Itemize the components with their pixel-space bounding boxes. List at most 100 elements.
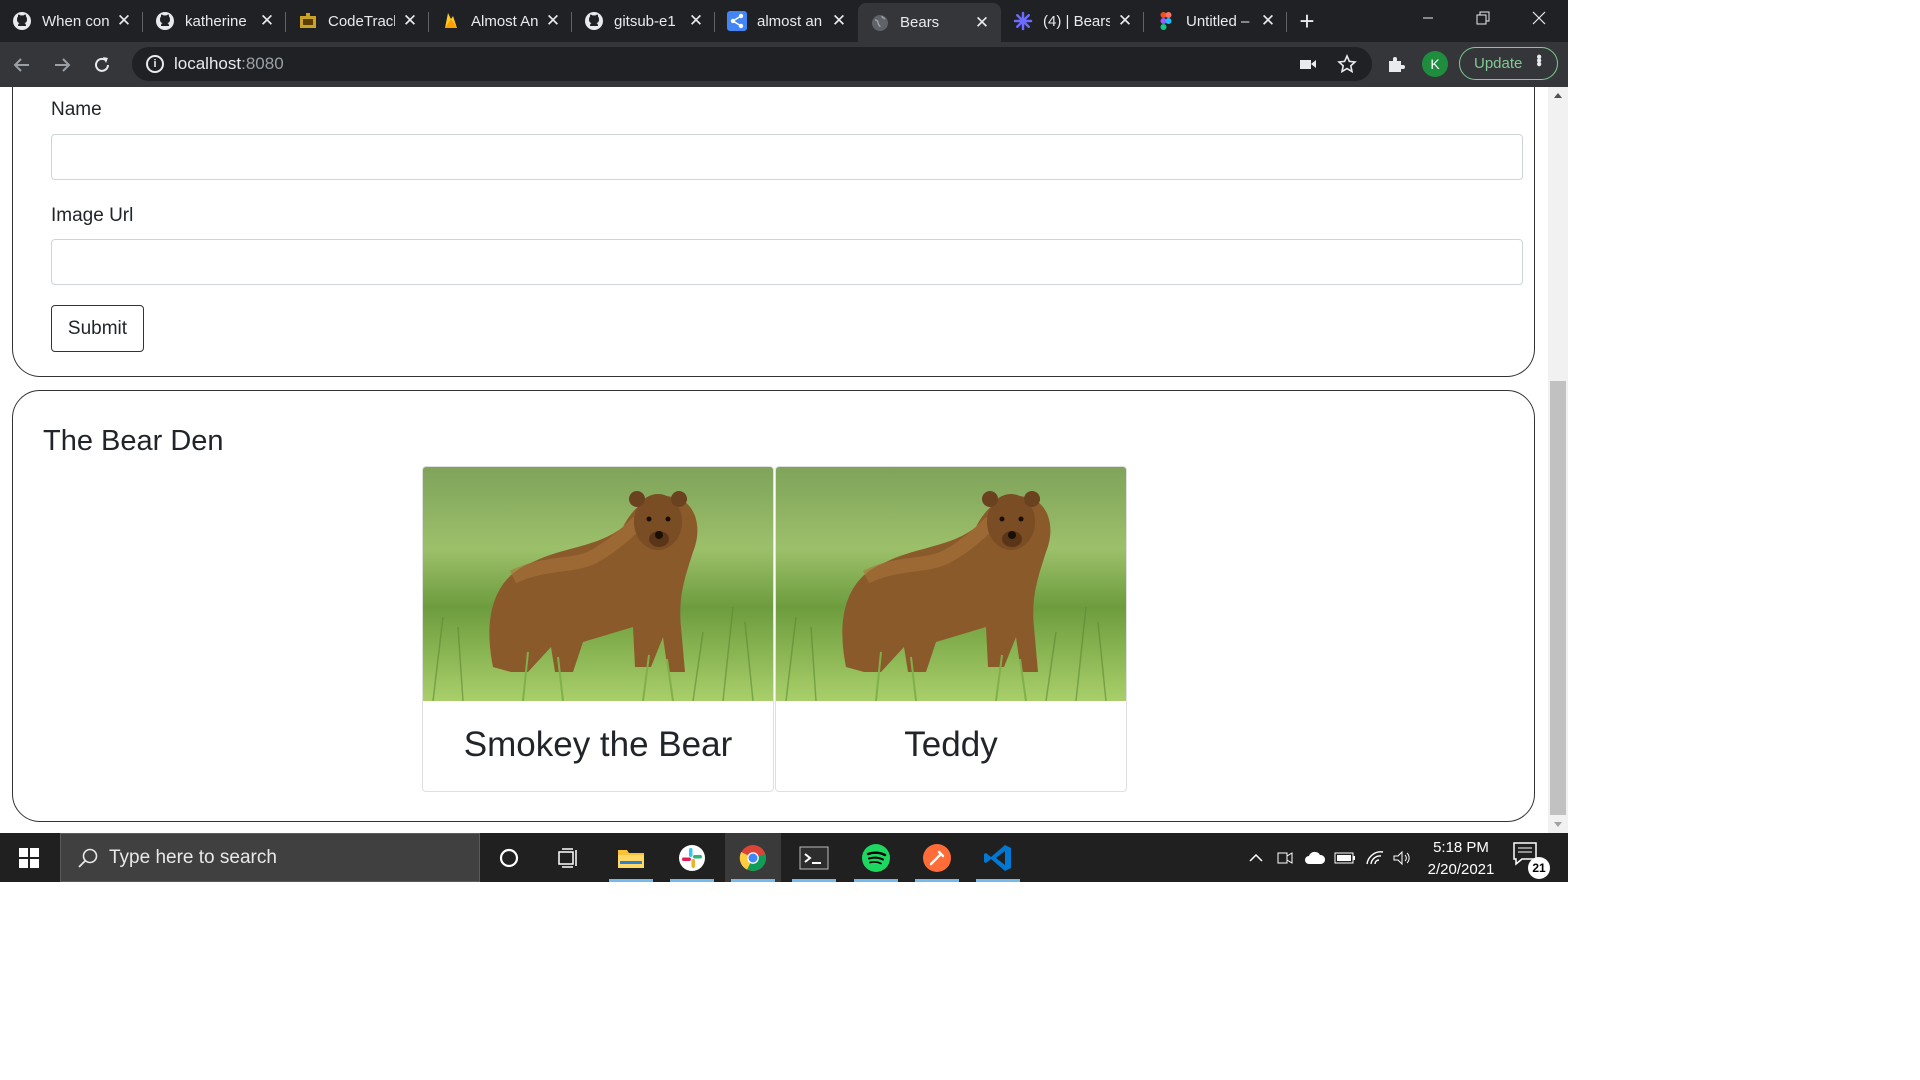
tab-title: (4) | Bears [1043, 12, 1110, 30]
tab-title: gitsub-e1 [614, 12, 676, 30]
forward-icon[interactable] [44, 47, 80, 83]
close-icon[interactable]: ✕ [401, 11, 419, 30]
browser-toolbar: i localhost:8080 K Update ••• [0, 42, 1568, 87]
spotify-icon[interactable] [848, 833, 904, 882]
image-url-input[interactable] [51, 239, 1523, 285]
github-icon [12, 11, 32, 31]
camera-icon[interactable] [1294, 50, 1322, 78]
update-button[interactable]: Update ••• [1459, 47, 1558, 80]
tab-title: katherine [185, 12, 247, 30]
bookmark-star-icon[interactable] [1333, 50, 1361, 78]
url-port: :8080 [241, 54, 284, 73]
restore-icon[interactable] [1458, 0, 1508, 36]
page-viewport: Name Image Url Submit The Bear Den Smoke… [0, 87, 1568, 833]
close-icon[interactable]: ✕ [1116, 11, 1134, 30]
url-host: localhost [174, 54, 242, 73]
figma-icon [1156, 11, 1176, 31]
close-window-icon[interactable] [1514, 0, 1564, 36]
profile-avatar[interactable]: K [1422, 51, 1448, 77]
atom-icon [1013, 11, 1033, 31]
tab-bears[interactable]: Bears ✕ [858, 3, 1001, 42]
chrome-icon[interactable] [725, 833, 781, 882]
name-input[interactable] [51, 134, 1523, 180]
bear-image [423, 467, 773, 701]
tab-title: Almost An [471, 12, 538, 30]
battery-icon[interactable] [1332, 833, 1358, 882]
close-icon[interactable]: ✕ [973, 13, 991, 32]
bear-name: Teddy [904, 725, 998, 764]
page-scrollbar[interactable] [1548, 87, 1568, 833]
bear-name: Smokey the Bear [463, 725, 733, 764]
vscode-icon[interactable] [970, 833, 1026, 882]
search-placeholder: Type here to search [109, 846, 277, 868]
tab-codetrack[interactable]: CodeTrack ✕ [286, 3, 429, 39]
minimize-icon[interactable] [1403, 0, 1453, 36]
address-bar[interactable]: i localhost:8080 [132, 47, 1372, 81]
tab-title: CodeTrack [328, 12, 395, 30]
tab-4-bears[interactable]: (4) | Bears ✕ [1001, 3, 1144, 39]
globe-icon [870, 13, 890, 33]
name-label: Name [51, 99, 102, 120]
file-explorer-icon[interactable] [603, 833, 659, 882]
postman-icon[interactable] [909, 833, 965, 882]
bear-den-title: The Bear Den [43, 425, 224, 457]
github-icon [155, 11, 175, 31]
bear-card[interactable]: Teddy [775, 466, 1127, 792]
onedrive-icon[interactable] [1302, 833, 1328, 882]
tab-katherine[interactable]: katherine ✕ [143, 3, 286, 39]
tab-untitled-figma[interactable]: Untitled – ✕ [1144, 3, 1287, 39]
reload-icon[interactable] [84, 47, 120, 83]
menu-dots-icon[interactable]: ••• [1529, 54, 1547, 65]
github-icon [584, 11, 604, 31]
terminal-icon[interactable] [786, 833, 842, 882]
notification-center-icon[interactable]: 21 [1512, 841, 1550, 879]
close-icon[interactable]: ✕ [544, 11, 562, 30]
tab-title: Untitled – [1186, 12, 1250, 30]
tab-title: almost an [757, 12, 823, 30]
tab-almost-an-firebase[interactable]: Almost An ✕ [429, 3, 572, 39]
share-icon [727, 11, 747, 31]
taskbar-clock[interactable]: 5:18 PM 2/20/2021 [1418, 837, 1504, 881]
tray-overflow-icon[interactable] [1244, 833, 1268, 882]
scroll-thumb[interactable] [1550, 381, 1566, 815]
firebase-icon [441, 11, 461, 31]
clock-time: 5:18 PM [1433, 839, 1489, 856]
scroll-down-icon[interactable] [1554, 822, 1562, 827]
volume-icon[interactable] [1390, 833, 1414, 882]
meet-now-icon[interactable] [1273, 833, 1297, 882]
tab-gitsub[interactable]: gitsub-e1 ✕ [572, 3, 715, 39]
bear-image [776, 467, 1126, 701]
extensions-icon[interactable] [1382, 50, 1410, 78]
info-icon[interactable]: i [146, 55, 164, 73]
close-icon[interactable]: ✕ [258, 11, 276, 30]
close-icon[interactable]: ✕ [1259, 11, 1277, 30]
codetrack-icon [298, 11, 318, 31]
image-url-label: Image Url [51, 205, 134, 226]
update-label: Update [1474, 55, 1523, 72]
tab-title: When con [42, 12, 109, 30]
windows-start-icon[interactable] [0, 833, 58, 882]
tab-title: Bears [900, 14, 940, 31]
clock-date: 2/20/2021 [1427, 861, 1495, 878]
slack-icon[interactable] [664, 833, 720, 882]
bear-card[interactable]: Smokey the Bear [422, 466, 774, 792]
bear-den-card: The Bear Den Smokey the Bear Teddy [12, 390, 1535, 822]
wifi-icon[interactable] [1363, 833, 1387, 882]
close-icon[interactable]: ✕ [830, 11, 848, 30]
tab-when-con[interactable]: When con ✕ [0, 3, 143, 39]
scroll-up-icon[interactable] [1554, 93, 1562, 98]
task-view-icon[interactable] [541, 833, 597, 882]
search-icon [77, 847, 99, 875]
notification-count-badge: 21 [1528, 857, 1550, 879]
back-icon[interactable] [4, 47, 40, 83]
close-icon[interactable]: ✕ [115, 11, 133, 30]
browser-tab-strip: When con ✕ katherine ✕ CodeTrack ✕ Almos… [0, 0, 1568, 42]
taskbar-search-box[interactable]: Type here to search [60, 833, 480, 882]
windows-taskbar: Type here to search 5:18 PM 2/20/2021 21 [0, 833, 1568, 882]
submit-button[interactable]: Submit [51, 305, 144, 352]
close-icon[interactable]: ✕ [687, 11, 705, 30]
cortana-icon[interactable] [481, 833, 537, 882]
new-tab-button[interactable]: + [1287, 3, 1327, 39]
add-bear-form-card: Name Image Url Submit [12, 87, 1535, 377]
tab-almost-an-share[interactable]: almost an ✕ [715, 3, 858, 39]
